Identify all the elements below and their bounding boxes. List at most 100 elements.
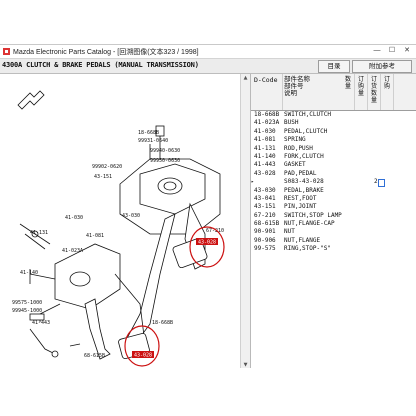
row-dcode: 68-615B <box>254 220 280 228</box>
column-divider <box>393 74 394 110</box>
row-part-name: REST,FOOT <box>284 194 317 202</box>
callout-label: 43-151 <box>94 174 112 180</box>
column-divider <box>282 74 283 110</box>
close-button[interactable]: ✕ <box>400 46 414 56</box>
column-order[interactable]: 订购 <box>383 76 391 90</box>
callout-label: 41-081 <box>86 233 104 239</box>
row-dcode: 43-151 <box>254 203 276 211</box>
diagram-scrollbar[interactable]: ▲ ▼ <box>240 74 250 369</box>
row-part-name: RING,STOP-"S" <box>284 245 331 253</box>
scroll-up-icon[interactable]: ▲ <box>241 74 250 82</box>
row-part-name: PAD,PEDAL <box>284 169 317 177</box>
row-part-name: NUT,FLANGE <box>284 236 321 244</box>
row-dcode: 43-030 <box>254 186 276 194</box>
row-part-name: BUSH <box>284 119 299 127</box>
callout-label: 41-140 <box>20 270 38 276</box>
exploded-view-illustration: 18-668B 99931-0640 99902-0620 43-151 999… <box>12 90 225 367</box>
maximize-button[interactable]: ☐ <box>385 46 399 56</box>
column-order-amount[interactable]: 订购量 <box>357 76 365 97</box>
row-dcode: 43-041 <box>254 194 276 202</box>
table-row[interactable]: ▸ S083-43-028 2 <box>251 178 416 188</box>
column-divider <box>354 74 355 110</box>
blank-area <box>0 368 416 416</box>
row-part-name: PEDAL,BRAKE <box>284 186 324 194</box>
row-dcode: 90-906 <box>254 236 276 244</box>
table-row[interactable]: 67-210 SWITCH,STOP LAMP <box>251 212 416 220</box>
callout-label: 99950-0630 <box>150 158 180 164</box>
window-title: Mazda Electronic Parts Catalog - [回溯图像(文… <box>13 49 199 56</box>
row-dcode: 43-028 <box>254 169 276 177</box>
column-dcode[interactable]: D-Code <box>254 76 277 84</box>
highlight-label: 43-028 <box>198 240 216 246</box>
callout-label: 18-668B <box>138 130 159 136</box>
table-row[interactable]: 41-443 GASKET <box>251 161 416 169</box>
table-row[interactable]: 68-615B NUT,FLANGE-CAP <box>251 220 416 228</box>
title-bar: Mazda Electronic Parts Catalog - [回溯图像(文… <box>0 45 416 59</box>
table-row[interactable]: 41-081 SPRING <box>251 136 416 144</box>
table-row[interactable]: 43-041 REST,FOOT <box>251 195 416 203</box>
row-dcode: 41-081 <box>254 136 276 144</box>
table-row[interactable]: 90-906 NUT,FLANGE <box>251 237 416 245</box>
callout-label: 99940-0630 <box>150 148 180 154</box>
row-part-name: NUT <box>284 228 295 236</box>
highlight-label: 43-028 <box>134 353 152 359</box>
column-part-name[interactable]: 部件名称 部件号 说明 <box>284 76 310 97</box>
table-row[interactable]: 41-140 FORK,CLUTCH <box>251 153 416 161</box>
minimize-button[interactable]: — <box>370 46 384 56</box>
column-divider <box>380 74 381 110</box>
callout-label: 41-443 <box>32 320 50 326</box>
table-row[interactable]: 43-030 PEDAL,BRAKE <box>251 187 416 195</box>
callout-label: 18-668B <box>152 320 173 326</box>
row-part-name: SWITCH,STOP LAMP <box>284 211 342 219</box>
callout-label: 99945-1000 <box>12 308 42 314</box>
callout-label: 41-030 <box>65 215 83 221</box>
table-row[interactable]: 41-023A BUSH <box>251 119 416 127</box>
table-row[interactable]: 43-028 PAD,PEDAL <box>251 170 416 178</box>
row-dcode: 99-575 <box>254 245 276 253</box>
callout-label: 68-615B <box>84 353 105 359</box>
row-pointer-icon: ▸ <box>251 179 255 186</box>
row-part-name: SWITCH,CLUTCH <box>284 111 331 118</box>
table-row[interactable]: 99-575 RING,STOP-"S" <box>251 245 416 253</box>
section-title: 4300A CLUTCH & BRAKE PEDALS (MANUAL TRAN… <box>2 61 199 69</box>
column-order-count[interactable]: 订货数量 <box>370 76 378 104</box>
callout-label: 41-023A <box>62 248 83 254</box>
row-dcode: 18-668B <box>254 111 280 118</box>
row-dcode: 41-030 <box>254 127 276 135</box>
catalog-window: Mazda Electronic Parts Catalog - [回溯图像(文… <box>0 44 416 369</box>
row-part-name: SPRING <box>284 136 306 144</box>
table-row[interactable]: 90-901 NUT <box>251 228 416 236</box>
row-part-name: GASKET <box>284 161 306 169</box>
catalog-button[interactable]: 目录 <box>318 60 350 73</box>
callout-label: 43-030 <box>122 213 140 219</box>
column-divider <box>367 74 368 110</box>
row-dcode: 41-023A <box>254 119 280 127</box>
column-quantity[interactable]: 数量 <box>344 76 352 90</box>
parts-list-header: D-Code 部件名称 部件号 说明 数量 订购量 订货数量 订购 <box>251 74 416 111</box>
row-part-name: S083-43-028 <box>284 178 324 186</box>
callout-label: 99575-1000 <box>12 300 42 306</box>
table-row[interactable]: 18-668B SWITCH,CLUTCH <box>251 111 416 119</box>
parts-rows: 18-668B SWITCH,CLUTCH 41-023A BUSH 41-030 PED… <box>251 111 416 254</box>
callout-label: 41-131 <box>30 230 48 236</box>
table-row[interactable]: 41-030 PEDAL,CLUTCH <box>251 128 416 136</box>
row-dcode: 90-901 <box>254 228 276 236</box>
row-part-name: FORK,CLUTCH <box>284 152 324 160</box>
callout-label: 99902-0620 <box>92 164 122 170</box>
row-part-name: PEDAL,CLUTCH <box>284 127 328 135</box>
row-part-name: ROD,PUSH <box>284 144 313 152</box>
row-dcode: 41-443 <box>254 161 276 169</box>
row-dcode: 41-140 <box>254 152 276 160</box>
parts-diagram[interactable]: 18-668B 99931-0640 99902-0620 43-151 999… <box>0 74 251 369</box>
section-header: 4300A CLUTCH & BRAKE PEDALS (MANUAL TRAN… <box>0 59 416 74</box>
row-part-name: PIN,JOINT <box>284 203 317 211</box>
row-dcode: 67-210 <box>254 211 276 219</box>
app-icon <box>3 48 10 55</box>
table-row[interactable]: 43-151 PIN,JOINT <box>251 203 416 211</box>
table-row[interactable]: 41-131 ROD,PUSH <box>251 145 416 153</box>
callout-label: 99931-0640 <box>138 138 168 144</box>
additional-reference-button[interactable]: 附加参考 <box>352 60 412 73</box>
header-line: 说明 <box>284 89 297 97</box>
row-dcode: 41-131 <box>254 144 276 152</box>
row-part-name: NUT,FLANGE-CAP <box>284 220 335 228</box>
